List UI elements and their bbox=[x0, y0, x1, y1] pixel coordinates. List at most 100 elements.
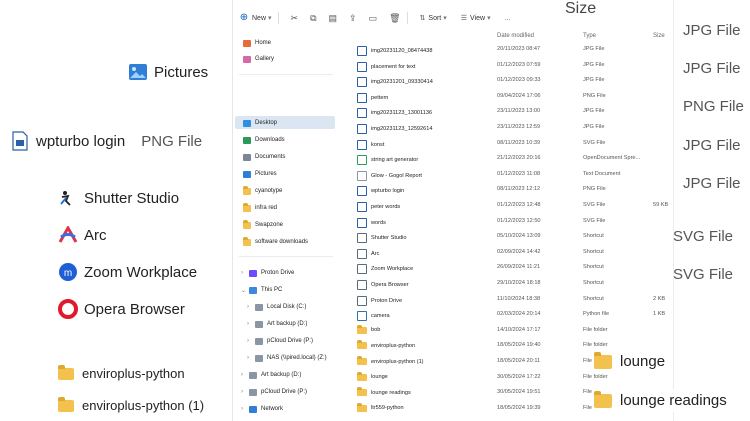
table-row[interactable]: Arc 02/09/2024 14:42 Shortcut bbox=[337, 247, 673, 259]
nav-item-software-downloads[interactable]: software downloads bbox=[243, 236, 308, 247]
png-file-icon bbox=[12, 131, 28, 151]
table-row[interactable]: img20231123_12592614 23/11/2023 12:59 JPG … bbox=[337, 122, 673, 134]
table-row[interactable]: placement for text 01/12/2023 07:59 JPG Fi… bbox=[337, 60, 673, 72]
column-header-type[interactable]: Type bbox=[583, 33, 596, 39]
table-row[interactable]: img20231120_08474438 20/11/2023 08:47 JPG … bbox=[337, 44, 673, 56]
table-row[interactable]: img20231123_13001136 23/11/2023 13:00 JPG … bbox=[337, 106, 673, 119]
pictures-callout[interactable]: Pictures bbox=[128, 62, 208, 82]
delete-icon[interactable]: 🗑 bbox=[389, 13, 400, 24]
table-row[interactable]: wpturbo login 08/11/2023 12:12 PNG File bbox=[337, 184, 673, 197]
folder-icon bbox=[58, 364, 74, 380]
chevron-down-icon: ▾ bbox=[487, 15, 491, 22]
table-row[interactable]: bob 14/10/2024 17:17 File folder bbox=[337, 324, 673, 337]
shutter-callout[interactable]: Shutter Studio bbox=[58, 189, 179, 207]
nav-item-pcloud-drive[interactable]: › pCloud Drive (P:) bbox=[247, 336, 313, 346]
nav-item-this-pc[interactable]: ⌄ This PC bbox=[241, 285, 282, 295]
column-header-size[interactable]: Size bbox=[653, 33, 665, 39]
folder-icon bbox=[357, 356, 367, 365]
file-icon bbox=[357, 233, 367, 244]
lounge-readings-callout[interactable]: lounge readings bbox=[592, 389, 733, 412]
documents-icon bbox=[243, 153, 251, 161]
more-options-button[interactable]: ... bbox=[505, 15, 511, 22]
nav-item-nas[interactable]: › NAS (\\pired.local) (Z:) bbox=[247, 353, 327, 363]
date-modified-cell: 18/05/2024 19:39 bbox=[497, 404, 541, 411]
table-row[interactable]: img20231201_09330414 01/12/2023 09:33 JPG … bbox=[337, 75, 673, 88]
table-row[interactable]: string art generator 21/12/2023 20:16 Open… bbox=[337, 153, 673, 166]
drive-icon bbox=[249, 388, 257, 396]
table-row[interactable]: Glow - Gogol Report 01/12/2023 11:08 Text … bbox=[337, 169, 673, 181]
wpturbo-callout[interactable]: wpturbo login PNG File bbox=[12, 131, 202, 151]
nav-item-pcloud-drive-2[interactable]: › pCloud Drive (P:) bbox=[241, 387, 307, 397]
arc-icon bbox=[58, 224, 78, 244]
table-row[interactable]: pettern 09/04/2024 17:06 PNG File bbox=[337, 91, 673, 103]
table-row[interactable]: lounge 30/05/2024 17:22 File folder bbox=[337, 371, 673, 384]
date-modified-cell: 26/09/2024 11:21 bbox=[497, 264, 541, 271]
folder-icon bbox=[243, 202, 251, 212]
arc-callout[interactable]: Arc bbox=[58, 224, 107, 244]
folder-icon bbox=[243, 219, 251, 229]
zoom-callout[interactable]: m Zoom Workplace bbox=[58, 262, 197, 282]
file-name-cell: bob bbox=[357, 324, 380, 334]
column-header-date[interactable]: Date modified bbox=[497, 33, 534, 39]
folder-icon bbox=[357, 324, 367, 334]
type-cell: Python file bbox=[583, 311, 610, 318]
type-callout-6: SVG File bbox=[673, 228, 734, 245]
table-row[interactable]: Opera Browser 29/10/2024 18:18 Shortcut bbox=[337, 278, 673, 290]
cut-icon[interactable]: ✂ bbox=[291, 13, 299, 24]
date-modified-cell: 02/03/2024 20:14 bbox=[497, 311, 541, 318]
nav-item-proton-drive[interactable]: › Proton Drive bbox=[241, 268, 294, 278]
enviro-callout[interactable]: enviroplus-python bbox=[58, 364, 185, 381]
table-row[interactable]: camera 02/03/2024 20:14 Python file 1 KB bbox=[337, 309, 673, 322]
nav-item-swapzone[interactable]: Swapzone bbox=[243, 219, 283, 230]
nav-item-art-backup[interactable]: › Art backup (D:) bbox=[247, 319, 307, 329]
nav-item-local-disk[interactable]: › Local Disk (C:) bbox=[247, 302, 306, 312]
nav-item-network[interactable]: › Network bbox=[241, 404, 283, 414]
nav-item-pictures[interactable]: Pictures bbox=[243, 169, 277, 179]
chevron-right-icon: › bbox=[247, 338, 249, 344]
downloads-icon bbox=[243, 136, 251, 144]
folder-icon bbox=[357, 371, 367, 381]
nav-item-art-backup-2[interactable]: › Art backup (D:) bbox=[241, 370, 301, 380]
date-modified-cell: 01/12/2023 09:33 bbox=[497, 77, 541, 84]
table-row[interactable]: konst 08/11/2023 10:39 SVG File bbox=[337, 138, 673, 150]
file-name-cell: wpturbo login bbox=[357, 186, 404, 197]
opera-callout[interactable]: Opera Browser bbox=[58, 299, 185, 319]
chevron-right-icon: › bbox=[241, 270, 243, 276]
type-cell: JPG File bbox=[583, 108, 605, 115]
folder-icon bbox=[594, 351, 612, 369]
type-cell: File folder bbox=[583, 342, 608, 349]
nav-item-desktop[interactable]: Desktop bbox=[243, 118, 277, 128]
new-button[interactable]: ⊕ New ▾ bbox=[239, 13, 272, 23]
paste-icon[interactable]: ▤ bbox=[329, 13, 338, 24]
nav-item-downloads[interactable]: Downloads bbox=[243, 135, 285, 145]
lounge-callout[interactable]: lounge bbox=[592, 350, 672, 373]
network-icon bbox=[249, 405, 257, 413]
file-name-cell: peter words bbox=[357, 202, 400, 212]
opera-label: Opera Browser bbox=[84, 300, 185, 318]
enviro1-callout[interactable]: enviroplus-python (1) bbox=[58, 396, 204, 413]
file-name-cell: placement for text bbox=[357, 61, 415, 72]
table-row[interactable]: words 01/12/2023 12:50 SVG File bbox=[337, 216, 673, 228]
nav-item-documents[interactable]: Documents bbox=[243, 152, 285, 162]
desktop-icon bbox=[243, 119, 251, 127]
file-icon bbox=[357, 186, 367, 197]
view-button[interactable]: ☰ View ▾ bbox=[461, 14, 491, 23]
table-row[interactable]: Shutter Studio 05/10/2024 13:09 Shortcut bbox=[337, 231, 673, 244]
size-cell: 1 KB bbox=[653, 311, 666, 318]
copy-icon[interactable]: ⧉ bbox=[310, 13, 316, 24]
nav-item-gallery[interactable]: Gallery bbox=[243, 54, 274, 64]
table-row[interactable]: Zoom Workplace 26/09/2024 11:21 Shortcut bbox=[337, 262, 673, 275]
nav-item-home[interactable]: Home bbox=[243, 38, 271, 48]
type-callout-3: PNG File bbox=[683, 98, 744, 115]
table-row[interactable]: peter words 01/12/2023 12:48 SVG File 59 KB bbox=[337, 200, 673, 212]
date-modified-cell: 30/05/2024 19:51 bbox=[497, 389, 541, 396]
sort-button[interactable]: ⇅ Sort ▾ bbox=[420, 14, 447, 23]
nav-item-cyanotype[interactable]: cyanotype bbox=[243, 185, 282, 196]
type-cell: Text Document bbox=[583, 170, 621, 177]
file-name-cell: img20231201_09330414 bbox=[357, 77, 433, 88]
share-icon[interactable]: ⇪ bbox=[349, 13, 357, 24]
nav-item-infra-red[interactable]: infra red bbox=[243, 202, 277, 213]
type-callout-2: JPG File bbox=[683, 60, 741, 77]
table-row[interactable]: Proton Drive 11/10/2024 18:38 Shortcut 2 KB bbox=[337, 294, 673, 306]
rename-icon[interactable]: ▭ bbox=[369, 13, 378, 24]
